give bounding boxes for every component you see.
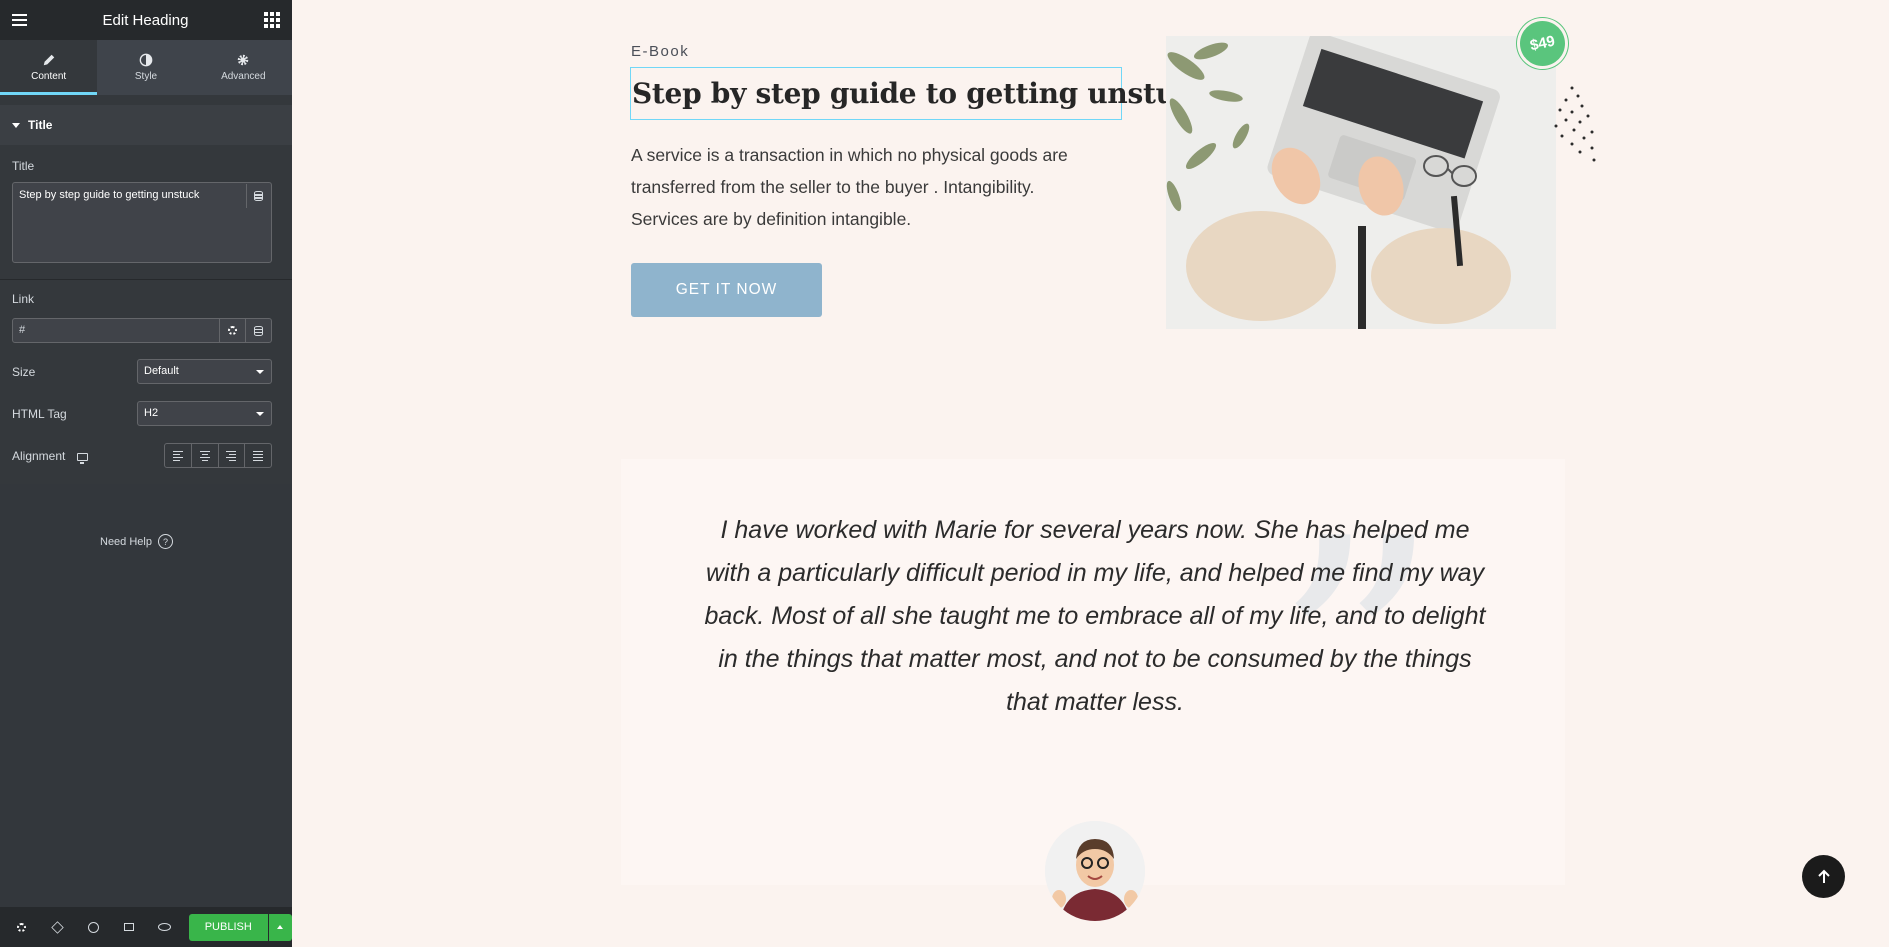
panel-title: Edit Heading bbox=[102, 11, 189, 29]
ebook-description: A service is a transaction in which no p… bbox=[631, 145, 1068, 229]
selected-heading[interactable]: Step by step guide to getting unstuck bbox=[630, 67, 1212, 120]
need-help-label: Need Help bbox=[100, 535, 152, 548]
align-right-button[interactable] bbox=[219, 444, 246, 467]
laptop-photo-illustration bbox=[1166, 36, 1556, 329]
settings-button[interactable] bbox=[4, 907, 40, 947]
avatar-illustration bbox=[1045, 821, 1145, 921]
responsive-icon bbox=[124, 923, 135, 931]
html-tag-select[interactable]: H2 bbox=[137, 401, 272, 426]
link-control-label: Link bbox=[12, 292, 35, 306]
widgets-grid-icon[interactable] bbox=[264, 12, 280, 28]
ebook-eyebrow: E-Book bbox=[631, 43, 690, 60]
panel-tabs: Content Style Advanced bbox=[0, 40, 292, 95]
layers-icon bbox=[51, 920, 64, 934]
html-tag-control-label: HTML Tag bbox=[12, 407, 67, 421]
laptop-photo bbox=[1166, 36, 1556, 329]
half-circle-icon bbox=[139, 53, 153, 67]
link-options-button[interactable] bbox=[219, 319, 245, 342]
tab-content[interactable]: Content bbox=[0, 40, 98, 95]
link-input[interactable]: # bbox=[12, 318, 272, 343]
caret-down-icon bbox=[12, 122, 20, 128]
align-center-button[interactable] bbox=[192, 444, 219, 467]
tab-advanced-label: Advanced bbox=[221, 71, 266, 82]
gear-icon bbox=[17, 922, 27, 932]
page-preview: E-Book Step by step guide to getting uns… bbox=[292, 0, 1889, 947]
panel-header: Edit Heading bbox=[0, 0, 292, 40]
size-select[interactable]: Default bbox=[137, 359, 272, 384]
align-left-button[interactable] bbox=[165, 444, 192, 467]
preview-button[interactable] bbox=[147, 907, 183, 947]
scroll-to-top-button[interactable] bbox=[1802, 855, 1845, 898]
panel-footer: PUBLISH bbox=[0, 907, 293, 947]
publish-button[interactable]: PUBLISH bbox=[188, 913, 268, 941]
dynamic-tags-button[interactable] bbox=[246, 184, 270, 208]
tab-style[interactable]: Style bbox=[97, 40, 194, 95]
avatar bbox=[1045, 821, 1145, 921]
responsive-mode-button[interactable] bbox=[111, 907, 147, 947]
question-icon: ? bbox=[157, 534, 173, 549]
section-title-toggle[interactable]: Title bbox=[0, 105, 292, 145]
get-it-now-button[interactable]: GET IT NOW bbox=[631, 263, 822, 317]
title-control-label: Title bbox=[12, 159, 35, 173]
divider bbox=[0, 279, 292, 280]
menu-icon[interactable] bbox=[12, 14, 27, 26]
testimonial-text: I have worked with Marie for several yea… bbox=[704, 516, 1486, 716]
editor-panel: Edit Heading Content Style Advanced Titl… bbox=[0, 0, 293, 947]
pencil-icon bbox=[43, 54, 54, 66]
database-icon bbox=[254, 191, 263, 201]
size-control-label: Size bbox=[12, 365, 36, 379]
eye-icon bbox=[158, 923, 172, 931]
section-title-label: Title bbox=[28, 118, 53, 132]
gear-icon bbox=[228, 326, 237, 335]
history-button[interactable] bbox=[75, 907, 111, 947]
desktop-icon[interactable] bbox=[76, 452, 88, 464]
gear-icon bbox=[238, 54, 249, 66]
tab-advanced[interactable]: Advanced bbox=[195, 40, 292, 95]
caret-up-icon bbox=[277, 925, 284, 929]
alignment-label-text: Alignment bbox=[12, 449, 66, 463]
decorative-dots bbox=[1554, 86, 1596, 162]
link-input-value[interactable]: # bbox=[13, 319, 219, 342]
alignment-control-label: Alignment bbox=[12, 449, 88, 464]
align-justify-button[interactable] bbox=[245, 444, 271, 467]
title-textarea[interactable]: Step by step guide to getting unstuck bbox=[12, 182, 272, 263]
navigator-button[interactable] bbox=[40, 907, 76, 947]
tab-style-label: Style bbox=[134, 71, 158, 82]
arrow-up-icon bbox=[1817, 869, 1830, 883]
link-dynamic-button[interactable] bbox=[245, 319, 271, 342]
tab-content-label: Content bbox=[31, 71, 67, 82]
need-help-link[interactable]: Need Help ? bbox=[100, 534, 173, 549]
publish-options-button[interactable] bbox=[268, 913, 293, 941]
alignment-button-group bbox=[164, 443, 272, 468]
history-icon bbox=[87, 921, 99, 933]
database-icon bbox=[254, 325, 263, 336]
